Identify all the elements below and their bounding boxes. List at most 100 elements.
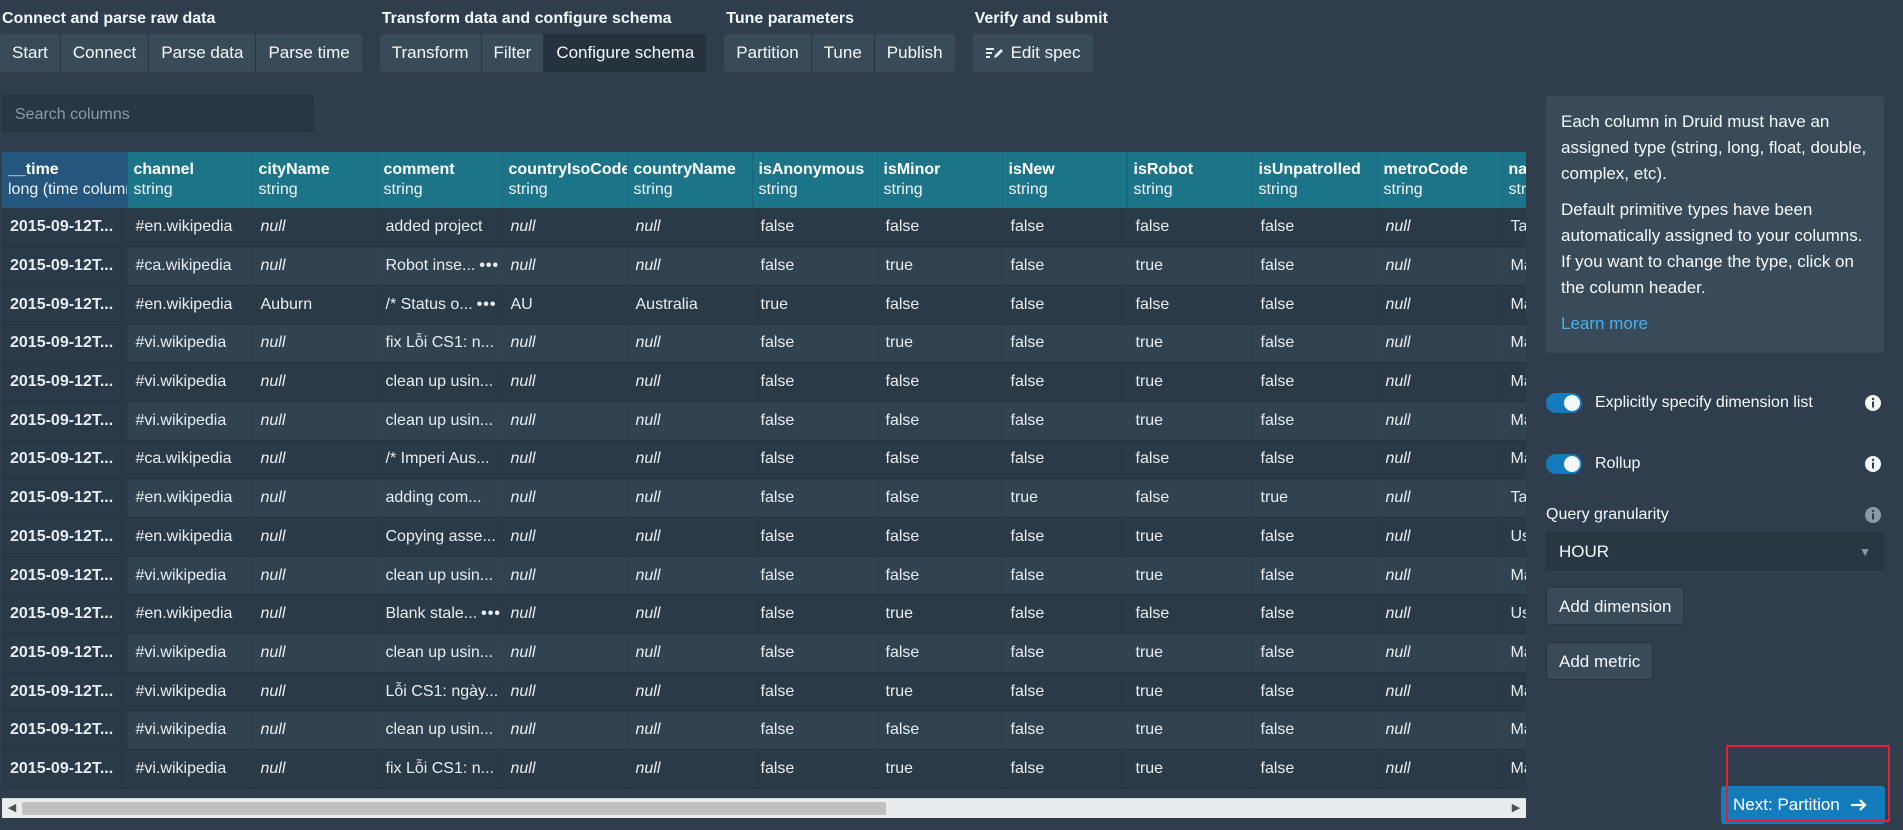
rollup-switch[interactable] — [1546, 454, 1582, 474]
step-publish-button[interactable]: Publish — [874, 34, 955, 72]
add-dimension-button[interactable]: Add dimension — [1546, 587, 1685, 625]
column-header[interactable]: isMinor string — [877, 152, 1003, 208]
step-group-title: Connect and parse raw data — [2, 10, 216, 27]
table-cell: null — [1377, 710, 1503, 751]
column-type: string — [633, 181, 673, 198]
cell-value: false — [1010, 682, 1045, 700]
more-icon[interactable]: ••• — [477, 296, 497, 313]
table-cell: false — [1127, 594, 1253, 635]
cell-value: false — [1010, 218, 1045, 236]
column-header[interactable]: isUnpatrolled string — [1252, 152, 1378, 208]
column-header[interactable]: namespace string — [1502, 152, 1526, 208]
step-tune-button[interactable]: Tune — [811, 34, 875, 72]
column-header[interactable]: countryIsoCode string — [502, 152, 628, 208]
cell-value: false — [1260, 566, 1295, 584]
scrollbar-thumb[interactable] — [22, 802, 886, 815]
table-cell: false — [752, 440, 878, 480]
column-header[interactable]: isRobot string — [1127, 152, 1253, 208]
query-granularity-value: HOUR — [1559, 542, 1610, 561]
cell-value: #ca.wikipedia — [135, 257, 232, 275]
learn-more-link[interactable]: Learn more — [1561, 314, 1648, 333]
cell-value: null — [1385, 759, 1411, 777]
step-group-title: Verify and submit — [974, 10, 1108, 27]
cell-value: false — [760, 759, 795, 777]
more-icon[interactable]: ••• — [481, 605, 501, 622]
cell-value: Main — [1510, 411, 1527, 429]
cell-value: false — [760, 334, 795, 352]
step-edit-spec-button[interactable]: Edit spec — [972, 34, 1093, 72]
table-cell: Robot inse... ••• — [377, 246, 503, 286]
next-partition-button[interactable]: Next: Partition — [1721, 786, 1885, 824]
table-row: 2015-09-12T... #vi.wikipedia null clean up … — [2, 710, 1526, 751]
table-cell: null — [627, 672, 753, 712]
info-icon[interactable] — [1864, 455, 1882, 473]
table-cell: true — [1127, 324, 1253, 364]
cell-value: null — [260, 643, 286, 661]
table-cell: false — [1252, 594, 1378, 635]
cell-value: /* Imperi Aus... — [385, 450, 490, 468]
cell-value: #vi.wikipedia — [135, 682, 227, 700]
cell-value: false — [1260, 643, 1295, 661]
dimension-list-switch[interactable] — [1546, 393, 1582, 413]
scroll-right-icon[interactable]: ▶ — [1509, 801, 1523, 815]
table-cell: #en.wikipedia — [127, 594, 253, 635]
cell-value: false — [1010, 605, 1045, 623]
search-columns-input[interactable]: Search columns — [2, 95, 314, 132]
step-group-title: Tune parameters — [726, 10, 855, 27]
cell-value: null — [510, 218, 536, 236]
table-row: 2015-09-12T... #en.wikipedia null Blank sta… — [2, 594, 1526, 635]
horizontal-scrollbar[interactable]: ◀ ▶ — [2, 798, 1526, 818]
table-cell: Main — [1502, 285, 1526, 325]
step-filter-button[interactable]: Filter — [481, 34, 545, 72]
column-header[interactable]: countryName string — [627, 152, 753, 208]
column-header[interactable]: isAnonymous string — [752, 152, 878, 208]
table-cell: null — [252, 749, 378, 789]
cell-value: Robot inse... — [385, 257, 476, 275]
table-cell: clean up usin... — [377, 556, 503, 596]
step-connect-button[interactable]: Connect — [60, 34, 150, 72]
step-parse-time-button[interactable]: Parse time — [256, 34, 362, 72]
info-callout: Each column in Druid must have an assign… — [1546, 96, 1884, 353]
cell-value: clean up usin... — [385, 566, 494, 584]
table-cell: true — [1127, 710, 1253, 751]
step-transform-button[interactable]: Transform — [379, 34, 482, 72]
table-row: 2015-09-12T... #vi.wikipedia null Lỗi CS1: … — [2, 672, 1526, 712]
column-name: countryIsoCode — [508, 161, 627, 178]
column-name: isAnonymous — [758, 161, 865, 178]
cell-value: true — [1135, 334, 1164, 352]
info-icon[interactable] — [1864, 506, 1882, 524]
table-cell: null — [627, 633, 753, 673]
step-configure-schema-button[interactable]: Configure schema — [544, 34, 707, 72]
cell-value: null — [1385, 373, 1411, 391]
column-header[interactable]: comment string — [377, 152, 503, 208]
column-header[interactable]: cityName string — [252, 152, 378, 208]
cell-value: null — [510, 682, 536, 700]
table-cell: false — [1002, 246, 1128, 286]
cell-value: fix Lỗi CS1: n... — [385, 759, 495, 777]
table-cell: null — [1377, 517, 1503, 557]
step-parse-data-button[interactable]: Parse data — [149, 34, 257, 72]
table-row: 2015-09-12T... #vi.wikipedia null fix Lỗi C… — [2, 324, 1526, 364]
column-header[interactable]: metroCode string — [1377, 152, 1503, 208]
step-partition-button[interactable]: Partition — [724, 34, 812, 72]
step-start-button[interactable]: Start — [0, 34, 61, 72]
cell-value: Main — [1510, 759, 1527, 777]
query-granularity-select[interactable]: HOUR ▼ — [1546, 532, 1884, 570]
cell-value: #vi.wikipedia — [135, 566, 227, 584]
column-name: comment — [383, 161, 455, 178]
add-metric-button[interactable]: Add metric — [1546, 642, 1654, 680]
more-icon[interactable]: ••• — [479, 257, 499, 274]
table-cell: clean up usin... — [377, 362, 503, 402]
table-cell: false — [752, 324, 878, 364]
cell-value: false — [1010, 450, 1045, 468]
column-name: metroCode — [1383, 161, 1468, 178]
cell-value: false — [1010, 527, 1045, 545]
column-header[interactable]: __time long (time column) — [2, 152, 128, 208]
table-cell: false — [752, 401, 878, 441]
scroll-left-icon[interactable]: ◀ — [5, 801, 19, 815]
info-icon[interactable] — [1864, 394, 1882, 412]
table-row: 2015-09-12T... #vi.wikipedia null fix Lỗi C… — [2, 749, 1527, 789]
column-header[interactable]: channel string — [127, 152, 253, 208]
column-header[interactable]: isNew string — [1002, 152, 1128, 208]
cell-value: false — [1260, 450, 1295, 468]
